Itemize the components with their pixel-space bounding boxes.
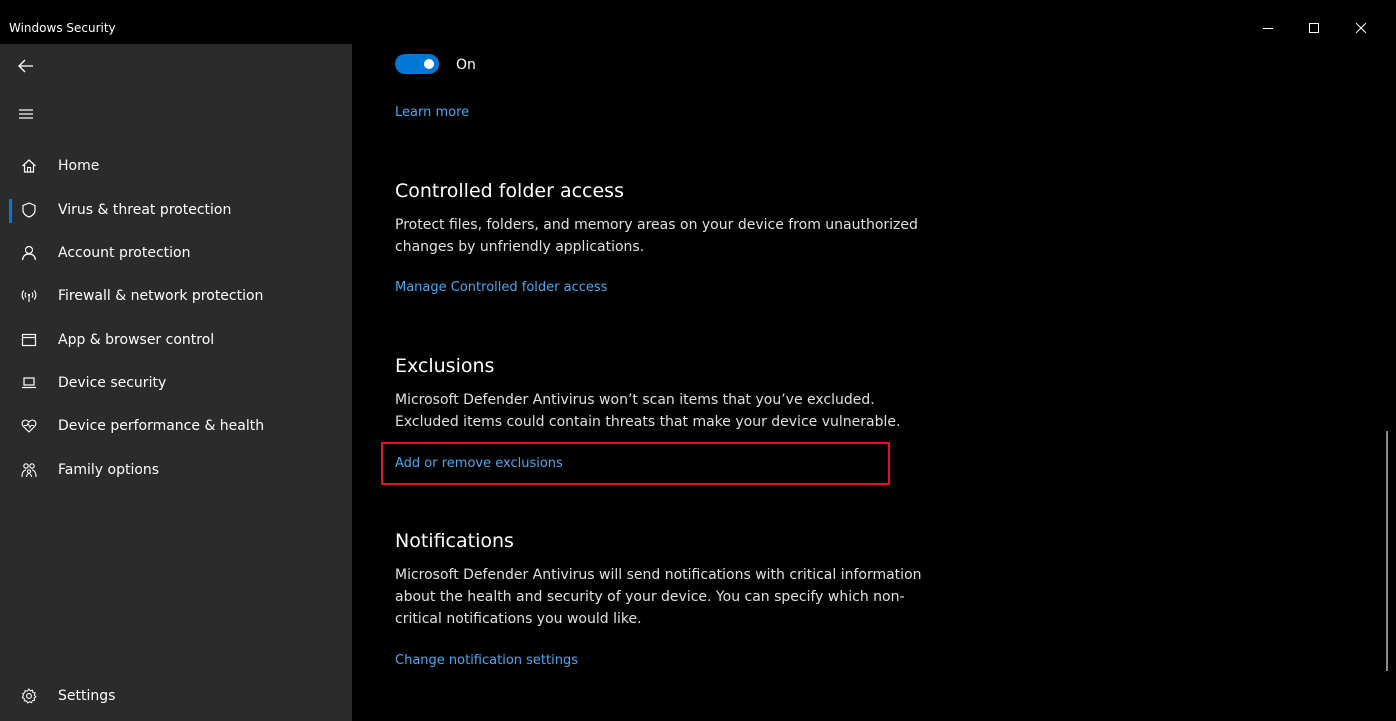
wireless-icon <box>20 287 38 305</box>
close-icon <box>1356 23 1366 33</box>
controlled-folder-access-description: Protect files, folders, and memory areas… <box>395 217 918 255</box>
sidebar-item-label: Device performance & health <box>58 418 265 434</box>
browser-window-icon <box>20 331 38 349</box>
sidebar-item-label: App & browser control <box>58 332 215 348</box>
title-bar: Windows Security <box>0 0 1396 44</box>
home-icon <box>20 157 38 175</box>
sidebar-item-home[interactable]: Home <box>0 145 352 187</box>
sidebar-item-device-performance-health[interactable]: Device performance & health <box>0 405 352 447</box>
toggle-knob <box>424 59 434 69</box>
sidebar-item-label: Family options <box>58 462 160 478</box>
exclusions-heading: Exclusions <box>395 355 495 377</box>
hamburger-icon <box>19 109 33 119</box>
exclusions-description: Microsoft Defender Antivirus won’t scan … <box>395 392 901 430</box>
heart-pulse-icon <box>20 417 38 435</box>
notifications-heading: Notifications <box>395 530 514 552</box>
change-notification-settings-link[interactable]: Change notification settings <box>395 652 578 670</box>
back-arrow-icon <box>18 59 33 73</box>
add-remove-exclusions-link[interactable]: Add or remove exclusions <box>395 455 563 473</box>
sidebar-item-account-protection[interactable]: Account protection <box>0 232 352 274</box>
active-indicator <box>9 199 12 223</box>
app-title: Windows Security <box>9 21 116 35</box>
notifications-description: Microsoft Defender Antivirus will send n… <box>395 567 922 627</box>
sidebar-item-device-security[interactable]: Device security <box>0 362 352 404</box>
minimize-icon <box>1263 28 1273 29</box>
sidebar-item-family-options[interactable]: Family options <box>0 449 352 491</box>
sidebar-item-app-browser-control[interactable]: App & browser control <box>0 319 352 361</box>
real-time-protection-toggle[interactable] <box>395 54 439 74</box>
main-content: On Learn more Controlled folder access P… <box>352 44 1396 721</box>
laptop-icon <box>20 374 38 392</box>
gear-icon <box>20 687 38 705</box>
maximize-icon <box>1309 23 1319 33</box>
controlled-folder-access-heading: Controlled folder access <box>395 180 624 202</box>
family-icon <box>20 461 38 479</box>
sidebar-item-label: Home <box>58 158 100 174</box>
maximize-button[interactable] <box>1291 14 1337 42</box>
sidebar: Home Virus & threat protection Account p… <box>0 44 352 721</box>
minimize-button[interactable] <box>1245 14 1291 42</box>
back-button[interactable] <box>0 46 352 86</box>
sidebar-item-label: Virus & threat protection <box>58 202 232 218</box>
sidebar-item-label: Firewall & network protection <box>58 288 264 304</box>
sidebar-item-firewall-network-protection[interactable]: Firewall & network protection <box>0 275 352 317</box>
sidebar-item-label: Account protection <box>58 245 191 261</box>
close-button[interactable] <box>1338 14 1384 42</box>
sidebar-item-label: Device security <box>58 375 167 391</box>
person-icon <box>20 244 38 262</box>
sidebar-item-virus-threat-protection[interactable]: Virus & threat protection <box>0 189 352 231</box>
learn-more-link[interactable]: Learn more <box>395 104 469 122</box>
sidebar-item-settings[interactable]: Settings <box>0 675 352 717</box>
menu-button[interactable] <box>0 94 352 134</box>
vertical-scrollbar[interactable] <box>1386 431 1388 671</box>
sidebar-item-label: Settings <box>58 688 116 704</box>
shield-icon <box>20 201 38 219</box>
manage-controlled-folder-access-link[interactable]: Manage Controlled folder access <box>395 279 607 297</box>
toggle-state-label: On <box>456 57 476 73</box>
